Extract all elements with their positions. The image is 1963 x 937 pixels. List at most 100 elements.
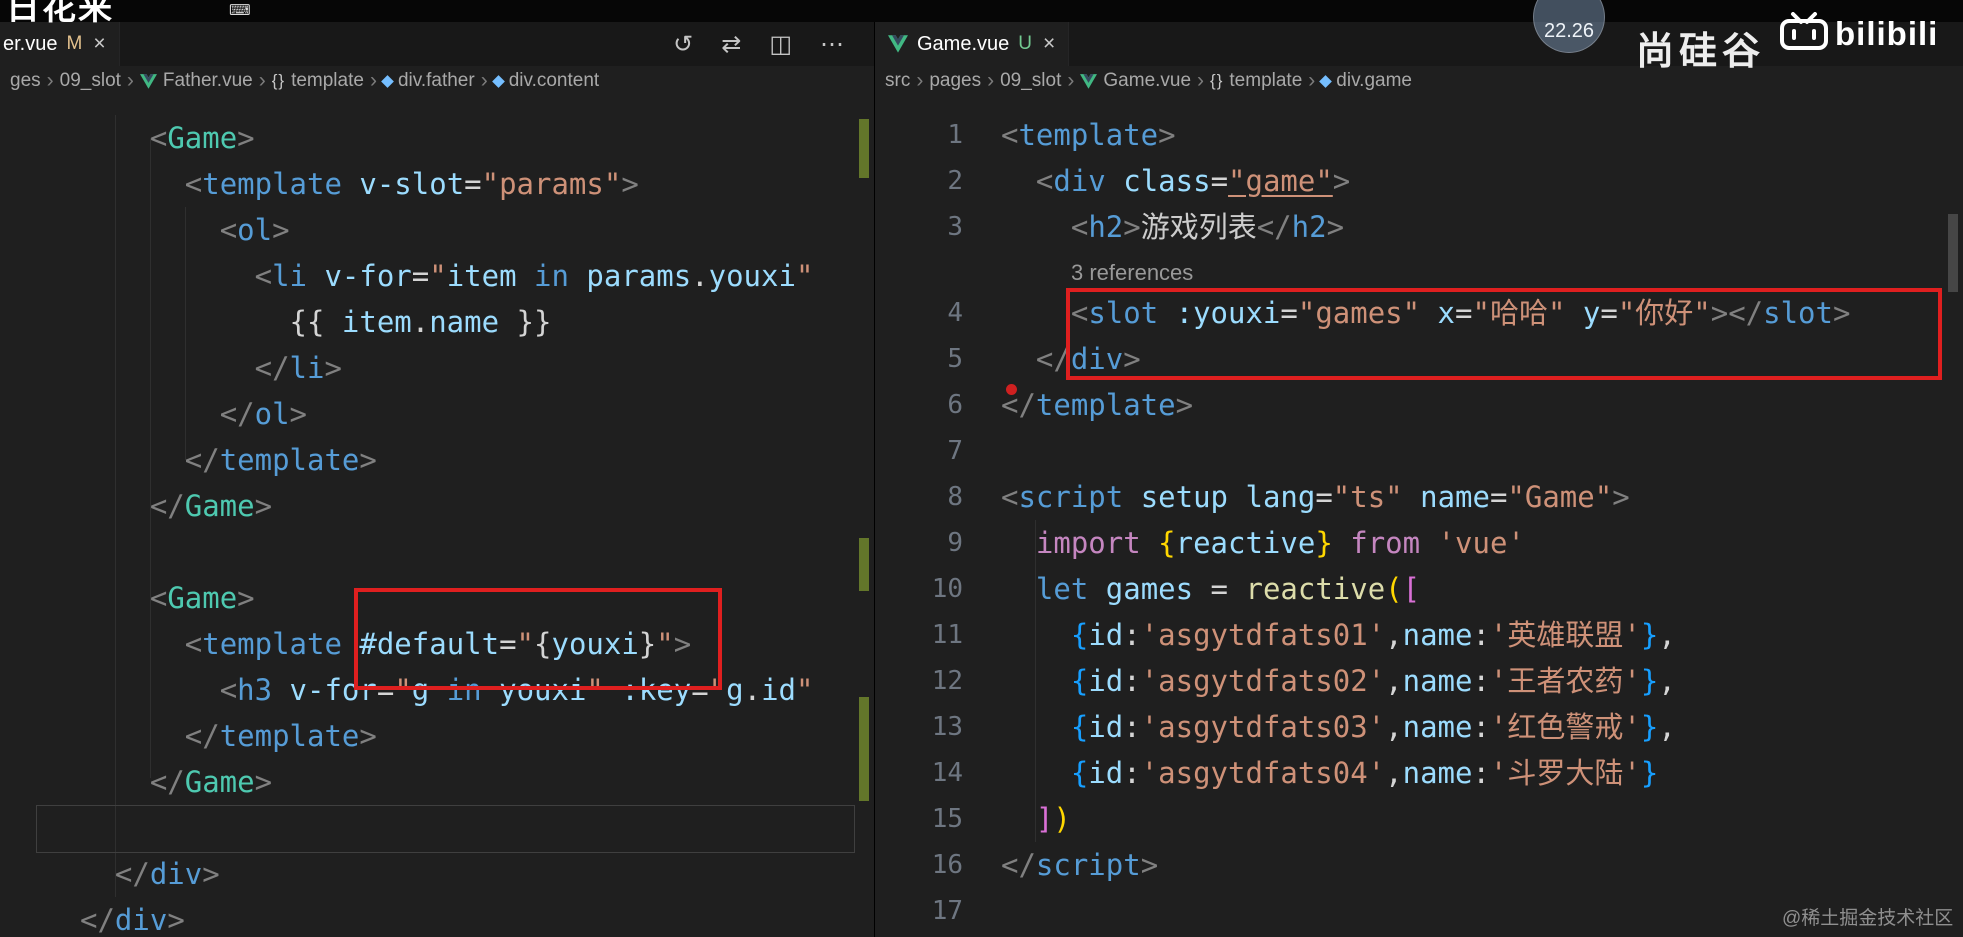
open-changes-icon[interactable]: ⇄ (721, 30, 741, 59)
vue-icon (139, 73, 157, 89)
code-line[interactable]: <template v-slot="params"> (0, 161, 874, 207)
breadcrumb-item[interactable]: 09_slot (60, 70, 121, 92)
tab-father-vue[interactable]: er.vue M × (0, 22, 120, 66)
code-line[interactable]: 1 <template> (875, 112, 1963, 158)
code-line[interactable]: 3 <h2>游戏列表</h2> (875, 204, 1963, 250)
braces-icon: {} (271, 71, 286, 90)
chevron-right-icon: › (1197, 69, 1205, 92)
line-number[interactable]: 13 (875, 704, 963, 750)
line-number[interactable]: 2 (875, 158, 963, 204)
breadcrumb-item[interactable]: 09_slot (1000, 70, 1061, 92)
code-line[interactable]: </template> (0, 437, 874, 483)
line-number[interactable]: 12 (875, 658, 963, 704)
breadcrumb-item[interactable]: div.content (491, 70, 599, 92)
line-number[interactable]: 15 (875, 796, 963, 842)
line-number[interactable] (875, 250, 963, 290)
split-editor-icon[interactable]: ◫ (769, 30, 792, 59)
code-line[interactable]: 2 <div class="game"> (875, 158, 1963, 204)
chevron-right-icon: › (916, 69, 924, 92)
brand-logo: 尚硅谷 (1636, 31, 1766, 73)
code-line[interactable]: </template> (0, 713, 874, 759)
tab-label: Game.vue (917, 32, 1010, 55)
red-marker-dot (1006, 384, 1017, 395)
chevron-right-icon: › (480, 69, 488, 92)
code-line[interactable] (0, 529, 874, 575)
code-line[interactable]: <li v-for="item in params.youxi" (0, 253, 874, 299)
line-number[interactable]: 3 (875, 204, 963, 250)
line-number[interactable]: 16 (875, 842, 963, 888)
breadcrumb-item[interactable]: Game.vue (1080, 70, 1191, 92)
right-editor-pane: Game.vue U × src › pages › 09_slot › Game.vue ›… (874, 22, 1963, 937)
timeline-history-icon[interactable]: ↺ (673, 30, 693, 59)
codelens[interactable]: 3 references (875, 250, 1963, 290)
symbol-icon (381, 74, 394, 88)
code-line[interactable]: {{ item.name }} (0, 299, 874, 345)
overview-ruler[interactable] (855, 96, 873, 937)
code-line[interactable]: 9 import {reactive} from 'vue' (875, 520, 1963, 566)
code-line[interactable]: </div> (0, 851, 874, 897)
braces-icon: {} (1210, 71, 1224, 90)
breadcrumb-item[interactable]: src (885, 70, 910, 92)
line-number[interactable]: 11 (875, 612, 963, 658)
code-line[interactable]: </Game> (0, 759, 874, 805)
chevron-right-icon: › (126, 69, 134, 92)
annotation-box (354, 588, 722, 690)
symbol-icon (491, 74, 505, 88)
scrollbar[interactable] (1948, 214, 1958, 292)
breadcrumb-item[interactable]: {} template (1210, 70, 1302, 92)
code-line[interactable]: <Game> (0, 115, 874, 161)
breadcrumb: ges › 09_slot › Father.vue ›{} template › div.fa… (0, 66, 874, 96)
code-line[interactable]: 10 let games = reactive([ (875, 566, 1963, 612)
breadcrumb-item[interactable]: div.game (1319, 70, 1412, 92)
code-line[interactable]: </li> (0, 345, 874, 391)
chevron-right-icon: › (987, 69, 995, 92)
chevron-right-icon: › (1067, 69, 1075, 92)
code-line[interactable]: </div> (0, 897, 874, 937)
line-number[interactable]: 10 (875, 566, 963, 612)
line-number[interactable]: 8 (875, 474, 963, 520)
left-tab-bar: er.vue M × ↺ ⇄ ◫ ⋯ (0, 22, 874, 66)
code-line[interactable]: 16 </script> (875, 842, 1963, 888)
code-line[interactable]: 6 </template> (875, 382, 1963, 428)
code-line[interactable]: 8 <script setup lang="ts" name="Game"> (875, 474, 1963, 520)
code-line[interactable]: 14 {id:'asgytdfats04',name:'斗罗大陆'} (875, 750, 1963, 796)
line-number[interactable]: 17 (875, 888, 963, 934)
symbol-icon (1319, 74, 1333, 88)
titlebar (0, 0, 1963, 22)
overview-ruler-mark (859, 697, 869, 801)
close-icon[interactable]: × (1043, 32, 1055, 56)
code-line[interactable]: 15 ]) (875, 796, 1963, 842)
annotation-box (1066, 288, 1942, 380)
git-modified-badge: M (66, 33, 83, 54)
code-line[interactable]: 11 {id:'asgytdfats01',name:'英雄联盟'}, (875, 612, 1963, 658)
code-line[interactable]: </Game> (0, 483, 874, 529)
close-icon[interactable]: × (93, 32, 105, 56)
code-line[interactable]: 7 (875, 428, 1963, 474)
code-line[interactable]: <ol> (0, 207, 874, 253)
editor-actions: ↺ ⇄ ◫ ⋯ (673, 22, 874, 66)
line-number[interactable]: 9 (875, 520, 963, 566)
code-line[interactable]: 12 {id:'asgytdfats02',name:'王者农药'}, (875, 658, 1963, 704)
line-number[interactable]: 14 (875, 750, 963, 796)
overview-ruler-mark (859, 538, 869, 591)
line-number[interactable]: 7 (875, 428, 963, 474)
line-number[interactable]: 6 (875, 382, 963, 428)
bilibili-logo: bilibili (1780, 12, 1938, 55)
breadcrumb-item[interactable]: div.father (381, 70, 475, 92)
left-editor-pane: er.vue M × ↺ ⇄ ◫ ⋯ ges › 09_slot › Father.vue ›{… (0, 22, 874, 937)
titlebar-glyph: ⌨ (229, 2, 251, 19)
breadcrumb-item[interactable]: ges (10, 70, 41, 92)
handwriting-overlay: 日花来 (6, 0, 114, 27)
breadcrumb: src › pages › 09_slot › Game.vue ›{} template › di… (875, 66, 1963, 96)
line-number[interactable]: 4 (875, 290, 963, 336)
code-line[interactable]: 13 {id:'asgytdfats03',name:'红色警戒'}, (875, 704, 1963, 750)
line-number[interactable]: 1 (875, 112, 963, 158)
breadcrumb-item[interactable]: Father.vue (139, 70, 253, 92)
breadcrumb-item[interactable]: pages (929, 70, 981, 92)
tab-game-vue[interactable]: Game.vue U × (875, 22, 1070, 66)
code-line[interactable]: </ol> (0, 391, 874, 437)
breadcrumb-item[interactable]: {} template (272, 70, 364, 92)
chevron-right-icon: › (1308, 69, 1316, 92)
more-actions-icon[interactable]: ⋯ (820, 30, 844, 59)
line-number[interactable]: 5 (875, 336, 963, 382)
